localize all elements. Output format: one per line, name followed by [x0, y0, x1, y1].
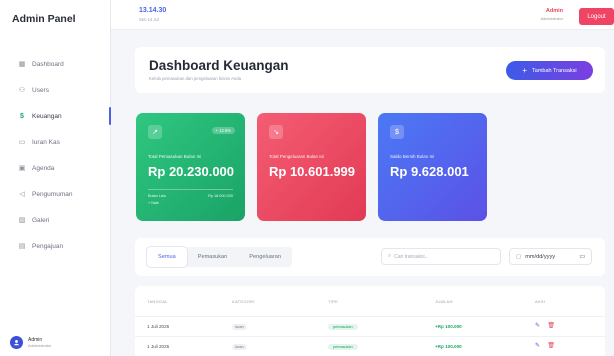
date-filter-input[interactable]: ▢ mm/dd/yyyy ▭: [509, 248, 592, 265]
income-card: ↗ + 12.5% Total Pemasukan Bulan Ini Rp 2…: [136, 113, 245, 221]
date-picker-icon[interactable]: ▭: [579, 253, 585, 260]
sidebar-item-keuangan[interactable]: $ Keuangan: [0, 103, 111, 129]
filter-bar: Semua Pemasukan Pengeluaran ⌕ Cari trans…: [135, 238, 605, 276]
table-row[interactable]: 1 Juli 2025 Iuran pemasukan +Rp 100.000 …: [135, 336, 605, 356]
tab-pemasukan[interactable]: Pemasukan: [187, 247, 239, 267]
image-icon: ▨: [18, 217, 26, 224]
brand-title: Admin Panel: [12, 13, 76, 25]
search-icon: ⌕: [388, 253, 392, 259]
cell-actions: ✎ 🗑: [535, 342, 561, 349]
date-placeholder: mm/dd/yyyy: [525, 253, 556, 260]
sidebar-item-users[interactable]: ⚇ Users: [0, 77, 111, 103]
megaphone-icon: ◁: [19, 191, 25, 198]
cell-type: pemasukan: [328, 344, 358, 350]
cell-amount: +Rp 100.000: [435, 344, 462, 349]
user-info: Admin Administrator: [28, 337, 52, 349]
sidebar-user[interactable]: Admin Administrator: [10, 336, 52, 349]
table-row[interactable]: 1 Juli 2025 Iuran pemasukan +Rp 100.000 …: [135, 316, 605, 336]
document-icon: ▤: [18, 243, 26, 250]
cell-date: 1 Juli 2025: [147, 324, 170, 329]
trash-icon[interactable]: 🗑: [547, 323, 555, 329]
balance-label: Saldo Bersih Bulan Ini: [390, 154, 435, 159]
transaction-tabs: Semua Pemasukan Pengeluaran: [147, 247, 293, 267]
page-title: Dashboard Keuangan: [149, 58, 289, 73]
trending-up-icon: ↗: [148, 125, 162, 139]
users-icon: ⚇: [18, 87, 26, 94]
tab-semua[interactable]: Semua: [147, 247, 187, 267]
expense-value: Rp 10.601.999: [269, 164, 356, 179]
search-placeholder: Cari transaksi...: [394, 253, 429, 260]
dollar-icon: $: [390, 125, 404, 139]
sidebar-item-label: Dashboard: [32, 60, 64, 68]
sidebar-item-label: Pengajuan: [32, 242, 64, 250]
cell-actions: ✎ 🗑: [535, 322, 561, 329]
logout-button[interactable]: Logout: [579, 8, 614, 25]
sidebar-item-agenda[interactable]: ▣ Agenda: [0, 155, 111, 181]
sidebar-item-galeri[interactable]: ▨ Galeri: [0, 207, 111, 233]
trending-down-icon: ↘: [269, 125, 283, 139]
user-role: Administrator: [28, 342, 52, 348]
app-root: Admin Panel ▦ Dashboard ⚇ Users $ Keuang…: [0, 0, 614, 356]
income-prev-value: Rp 18.000.000: [208, 194, 233, 198]
date-label: Sen 14 Jul: [139, 17, 159, 22]
avatar: [10, 336, 23, 349]
edit-icon[interactable]: ✎: [535, 343, 540, 349]
sidebar-item-dashboard[interactable]: ▦ Dashboard: [0, 51, 111, 77]
search-input[interactable]: ⌕ Cari transaksi...: [381, 248, 501, 265]
column-header-date[interactable]: TANGGAL: [147, 299, 168, 304]
sidebar-item-pengumuman[interactable]: ◁ Pengumuman: [0, 181, 111, 207]
add-transaction-label: Tambah Transaksi: [532, 67, 577, 74]
balance-value: Rp 9.628.001: [390, 164, 469, 179]
income-value: Rp 20.230.000: [148, 164, 235, 179]
sidebar-item-label: Keuangan: [32, 112, 62, 120]
trash-icon[interactable]: 🗑: [547, 343, 555, 349]
sidebar-item-iuran-kas[interactable]: ▭ Iuran Kas: [0, 129, 111, 155]
cell-type: pemasukan: [328, 324, 358, 330]
table-header: TANGGAL KATEGORI TIPE JUMLAH AKSI: [135, 296, 605, 308]
income-label: Total Pemasukan Bulan Ini: [148, 154, 202, 159]
edit-icon[interactable]: ✎: [535, 323, 540, 329]
page-header: Dashboard Keuangan Kelola pemasukan dan …: [135, 47, 605, 93]
sidebar-item-label: Galeri: [32, 216, 50, 224]
cell-amount: +Rp 100.000: [435, 324, 462, 329]
column-header-amount[interactable]: JUMLAH: [435, 299, 453, 304]
tab-pengeluaran[interactable]: Pengeluaran: [238, 247, 292, 267]
calendar-icon: ▣: [18, 165, 26, 172]
transactions-table: TANGGAL KATEGORI TIPE JUMLAH AKSI 1 Juli…: [135, 286, 605, 356]
cell-category: Iuran: [232, 324, 247, 330]
admin-role: Administrator: [540, 17, 563, 21]
sidebar-item-label: Users: [32, 86, 49, 94]
sidebar-item-label: Pengumuman: [32, 190, 73, 198]
topbar: 13.14.30 Sen 14 Jul Admin Administrator …: [111, 0, 614, 30]
sidebar-item-pengajuan[interactable]: ▤ Pengajuan: [0, 233, 111, 259]
balance-card: $ Saldo Bersih Bulan Ini Rp 9.628.001: [378, 113, 487, 221]
column-header-type[interactable]: TIPE: [328, 299, 338, 304]
column-header-category[interactable]: KATEGORI: [232, 299, 255, 304]
user-icon: [14, 340, 19, 346]
sidebar-item-label: Iuran Kas: [32, 138, 60, 146]
dollar-icon: $: [20, 112, 24, 120]
cell-date: 1 Juli 2025: [147, 344, 170, 349]
grid-icon: ▦: [18, 61, 26, 68]
add-transaction-button[interactable]: + Tambah Transaksi: [506, 61, 593, 80]
income-prev-label: Bulan Lalu: [148, 194, 166, 198]
income-trend: + Naik: [148, 201, 159, 205]
column-header-actions: AKSI: [535, 299, 546, 304]
expense-label: Total Pengeluaran Bulan Ini: [269, 154, 325, 159]
divider: [148, 189, 233, 190]
expense-card: ↘ Total Pengeluaran Bulan Ini Rp 10.601.…: [257, 113, 366, 221]
admin-name: Admin: [545, 8, 563, 14]
clock: 13.14.30: [139, 7, 167, 14]
cash-icon: ▭: [18, 139, 26, 146]
income-badge: + 12.5%: [211, 127, 235, 134]
plus-icon: +: [522, 65, 528, 75]
sidebar-item-label: Agenda: [32, 164, 55, 172]
sidebar-nav: ▦ Dashboard ⚇ Users $ Keuangan ▭ Iuran K…: [0, 51, 111, 259]
sidebar: Admin Panel ▦ Dashboard ⚇ Users $ Keuang…: [0, 0, 111, 356]
calendar-icon: ▢: [516, 253, 522, 260]
page-subtitle: Kelola pemasukan dan pengeluaran bisnis …: [149, 76, 241, 81]
cell-category: Iuran: [232, 344, 247, 350]
